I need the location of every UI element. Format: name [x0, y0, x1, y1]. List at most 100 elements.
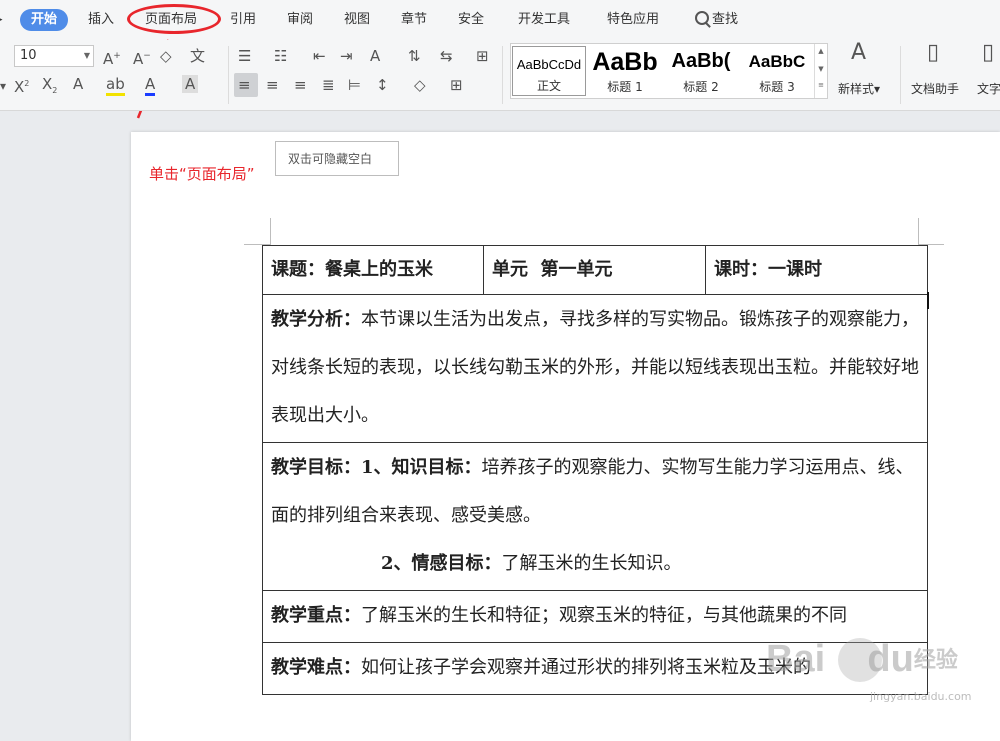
new-style-button[interactable]: 新样式▾: [838, 80, 880, 97]
line-spacing-icon[interactable]: ⇆: [440, 47, 453, 65]
distribute-icon[interactable]: ⊨: [348, 76, 361, 94]
numbered-list-icon[interactable]: ☷: [274, 47, 287, 65]
decrease-indent-icon[interactable]: ⇤: [313, 47, 326, 65]
show-marks-icon[interactable]: ⊞: [476, 47, 489, 65]
highlight-circle: [127, 4, 221, 34]
table-cell-analysis[interactable]: 教学分析：本节课以生活为出发点，寻找多样的写实物品。锻炼孩子的观察能力，对线条长…: [262, 294, 928, 443]
cell-sublabel: 1、知识目标：: [361, 457, 482, 478]
cell-value: 餐桌上的玉米: [325, 259, 433, 280]
superscript-icon[interactable]: X2: [14, 75, 29, 96]
font-size-value: 10: [20, 48, 37, 63]
tab-file-edge[interactable]: ▸: [0, 9, 3, 31]
table-row: 课题：餐桌上的玉米 单元 第一单元 课时：一课时: [262, 245, 928, 295]
style-normal[interactable]: AaBbCcDd 正文: [512, 46, 586, 96]
search-label: 查找: [712, 12, 739, 27]
subscript-icon[interactable]: X2: [42, 75, 57, 100]
table-row: 教学目标：1、知识目标：培养孩子的观察能力、实物写生能力学习运用点、线、面的排列…: [262, 442, 928, 591]
char-shading-icon[interactable]: A: [182, 75, 199, 93]
tab-special-apps[interactable]: 特色应用: [607, 9, 659, 31]
style-heading-2[interactable]: AaBb( 标题 2: [664, 46, 738, 96]
text-cursor: [927, 292, 929, 309]
style-sample: AaBbC: [748, 52, 806, 71]
doc-assistant-icon[interactable]: ▯: [927, 42, 939, 64]
cell-value: 第一单元: [540, 259, 613, 280]
style-heading-3[interactable]: AaBbC 标题 3: [740, 46, 814, 96]
tab-developer[interactable]: 开发工具: [518, 9, 570, 31]
tab-view[interactable]: 视图: [344, 9, 370, 31]
para-spacing-icon[interactable]: ↕: [376, 76, 389, 94]
text-tool-button[interactable]: 文字: [977, 80, 1000, 97]
cell-label: 单元: [492, 259, 528, 280]
tab-security[interactable]: 安全: [458, 9, 484, 31]
style-name: 标题 2: [683, 80, 719, 94]
align-left-icon[interactable]: ≡: [238, 76, 251, 94]
margin-corner-mark: [270, 218, 271, 245]
menu-bar: ▸ 开始 插入 页面布局 引用 审阅 视图 章节 安全 开发工具 特色应用 查找: [0, 0, 1000, 40]
cell-value: 一课时: [768, 259, 822, 280]
text-tool-icon[interactable]: ▯: [982, 42, 994, 64]
highlight-color-icon[interactable]: ab: [106, 75, 125, 96]
chevron-down-icon[interactable]: ▼: [815, 65, 827, 73]
phonetic-icon[interactable]: 文: [190, 47, 205, 65]
cell-text: 如何让孩子学会观察并通过形状的排列将玉米粒及玉米的: [361, 657, 811, 678]
borders-icon[interactable]: ⊞: [450, 76, 463, 94]
table-cell-period[interactable]: 课时：一课时: [705, 245, 928, 295]
cell-label: 教学重点：: [271, 605, 361, 626]
style-sample: AaBb(: [671, 50, 731, 72]
gallery-more-icon[interactable]: ≡: [815, 81, 827, 89]
tab-chapter[interactable]: 章节: [401, 9, 427, 31]
search-icon: [695, 11, 709, 25]
style-name: 标题 1: [607, 80, 643, 94]
divider: [502, 46, 503, 104]
table-cell-key-points[interactable]: 教学重点：了解玉米的生长和特征；观察玉米的特征，与其他蔬果的不同: [262, 590, 928, 643]
sort-icon[interactable]: ⇅: [408, 47, 421, 65]
align-center-icon[interactable]: ≡: [266, 76, 279, 94]
cell-label: 课时：: [714, 259, 768, 280]
styles-gallery: AaBbCcDd 正文 AaBb 标题 1 AaBb( 标题 2 AaBbC 标…: [510, 43, 828, 99]
change-case-icon[interactable]: A: [370, 47, 380, 65]
bullet-list-icon[interactable]: ☰: [238, 47, 251, 65]
style-sample: AaBb: [592, 48, 658, 76]
goal-line-1: 教学目标：1、知识目标：培养孩子的观察能力、实物写生能力学习运用点、线、面的排列…: [271, 444, 919, 540]
cell-text: 了解玉米的生长和特征；观察玉米的特征，与其他蔬果的不同: [361, 605, 847, 626]
doc-assistant-button[interactable]: 文档助手: [911, 80, 959, 97]
tab-home[interactable]: 开始: [20, 9, 69, 31]
increase-indent-icon[interactable]: ⇥: [340, 47, 353, 65]
ribbon-toolbar: 10 ▼ A+ A− ◇ 文 ▾ X2 X2 A ab A A ☰ ☷ ⇤ ⇥ …: [0, 40, 1000, 111]
new-style-icon[interactable]: A: [851, 42, 866, 64]
shading-icon[interactable]: ◇: [414, 76, 426, 94]
style-heading-1[interactable]: AaBb 标题 1: [588, 46, 662, 96]
text-effect-icon[interactable]: A: [73, 75, 83, 93]
tab-review[interactable]: 审阅: [287, 9, 313, 31]
style-name: 正文: [536, 79, 561, 93]
new-style-label: 新样式: [838, 82, 875, 96]
font-size-select[interactable]: 10 ▼: [14, 45, 94, 67]
divider: [228, 46, 229, 104]
chevron-up-icon[interactable]: ▲: [815, 47, 827, 55]
justify-icon[interactable]: ≣: [322, 76, 335, 94]
cell-label: 教学难点：: [271, 657, 361, 678]
search-button[interactable]: 查找: [695, 9, 738, 31]
tab-insert[interactable]: 插入: [88, 9, 114, 31]
table-row: 教学重点：了解玉米的生长和特征；观察玉米的特征，与其他蔬果的不同: [262, 590, 928, 643]
clear-format-icon[interactable]: ◇: [160, 47, 172, 65]
cell-label: 教学分析：: [271, 309, 361, 330]
margin-corner-mark: [918, 218, 919, 245]
font-color-icon[interactable]: A: [145, 75, 156, 96]
cell-text: 了解玉米的生长知识。: [501, 553, 682, 574]
watermark-gap: __: [825, 638, 867, 680]
align-right-icon[interactable]: ≡: [294, 76, 307, 94]
gallery-scrollbar[interactable]: ▲ ▼ ≡: [814, 44, 827, 98]
grow-font-icon[interactable]: A+: [103, 47, 121, 68]
dropdown-edge-icon[interactable]: ▾: [0, 77, 6, 95]
watermark-brand2: du: [867, 638, 914, 680]
table-cell-goals[interactable]: 教学目标：1、知识目标：培养孩子的观察能力、实物写生能力学习运用点、线、面的排列…: [262, 442, 928, 591]
tab-references[interactable]: 引用: [230, 9, 256, 31]
watermark-url: jingyan.baidu.com: [870, 690, 972, 703]
cell-label: 课题：: [271, 259, 325, 280]
table-cell-unit[interactable]: 单元 第一单元: [483, 245, 706, 295]
goal-line-2: 2、情感目标：了解玉米的生长知识。: [271, 540, 919, 588]
shrink-font-icon[interactable]: A−: [133, 47, 151, 68]
table-cell-topic[interactable]: 课题：餐桌上的玉米: [262, 245, 484, 295]
table-row: 教学分析：本节课以生活为出发点，寻找多样的写实物品。锻炼孩子的观察能力，对线条长…: [262, 294, 928, 443]
